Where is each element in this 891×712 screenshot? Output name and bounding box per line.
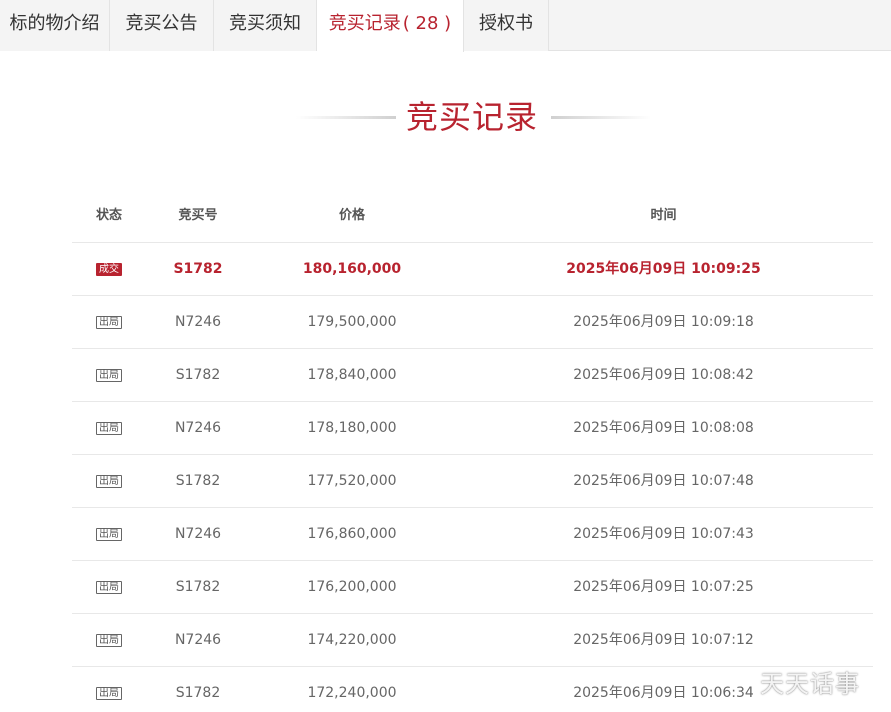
bid-time: 2025年06月09日 10:09:25 <box>566 261 761 277</box>
bid-price: 176,200,000 <box>307 579 397 595</box>
tab-bar: 标的物介绍 竞买公告 竞买须知 竞买记录( 28 ) 授权书 <box>0 0 891 52</box>
bid-no: N7246 <box>174 314 222 330</box>
table-row: 出局 N7246 176,860,000 2025年06月09日 10:07:4… <box>72 508 873 561</box>
tab-announcement[interactable]: 竞买公告 <box>110 0 214 51</box>
status-badge: 出局 <box>96 580 122 594</box>
title-decoration-right <box>551 116 651 119</box>
tab-label: 竞买公告 <box>125 13 198 34</box>
bid-records-table: 状态 竞买号 价格 时间 成交 S1782 180,160,000 2025年0… <box>72 190 873 712</box>
header-bid-no: 竞买号 <box>178 208 218 223</box>
table-row: 出局 S1782 177,520,000 2025年06月09日 10:07:4… <box>72 455 873 508</box>
section-header: 竞买记录 <box>0 92 891 142</box>
bid-no: N7246 <box>174 420 222 436</box>
header-price: 价格 <box>338 208 365 223</box>
title-decoration-left <box>296 116 396 119</box>
status-badge: 出局 <box>96 474 122 488</box>
tab-notice[interactable]: 竞买须知 <box>214 0 317 51</box>
bid-price: 179,500,000 <box>307 314 397 330</box>
status-badge: 出局 <box>96 315 122 329</box>
bid-price: 178,840,000 <box>307 367 397 383</box>
tab-item-intro[interactable]: 标的物介绍 <box>0 0 110 51</box>
tab-label: 竞买须知 <box>229 13 301 34</box>
tab-authorization[interactable]: 授权书 <box>464 0 549 51</box>
bid-time: 2025年06月09日 10:07:12 <box>573 632 754 648</box>
status-badge: 出局 <box>96 633 122 647</box>
bid-price: 177,520,000 <box>307 473 397 489</box>
table-row: 出局 N7246 179,500,000 2025年06月09日 10:09:1… <box>72 296 873 349</box>
status-badge: 成交 <box>96 262 122 276</box>
table-row: 出局 S1782 172,240,000 2025年06月09日 10:06:3… <box>72 667 873 712</box>
bid-no: S1782 <box>175 579 221 595</box>
bid-price: 172,240,000 <box>307 685 397 701</box>
section-title: 竞买记录 <box>406 98 539 136</box>
status-badge: 出局 <box>96 686 122 700</box>
table-row: 出局 N7246 178,180,000 2025年06月09日 10:08:0… <box>72 402 873 455</box>
table-row: 成交 S1782 180,160,000 2025年06月09日 10:09:2… <box>72 243 873 296</box>
tab-label: 竞买记录 <box>328 13 401 34</box>
bid-price: 176,860,000 <box>307 526 397 542</box>
header-time: 时间 <box>650 208 677 223</box>
bid-no: S1782 <box>175 685 221 701</box>
bid-price: 178,180,000 <box>307 420 397 436</box>
bid-time: 2025年06月09日 10:07:25 <box>573 579 754 595</box>
bid-time: 2025年06月09日 10:08:42 <box>573 367 754 383</box>
bid-time: 2025年06月09日 10:07:48 <box>573 473 754 489</box>
app-root: 标的物介绍 竞买公告 竞买须知 竞买记录( 28 ) 授权书 竞买记录 状态 竞… <box>0 0 891 712</box>
status-badge: 出局 <box>96 527 122 541</box>
bid-time: 2025年06月09日 10:09:18 <box>573 314 754 330</box>
tab-count: ( 28 ) <box>402 13 452 34</box>
table-row: 出局 N7246 174,220,000 2025年06月09日 10:07:1… <box>72 614 873 667</box>
bid-no: S1782 <box>175 367 221 383</box>
tab-label: 标的物介绍 <box>9 13 100 34</box>
bid-no: N7246 <box>174 632 222 648</box>
status-badge: 出局 <box>96 421 122 435</box>
header-status: 状态 <box>95 208 122 223</box>
table-row: 出局 S1782 176,200,000 2025年06月09日 10:07:2… <box>72 561 873 614</box>
bid-no: N7246 <box>174 526 222 542</box>
bid-no: S1782 <box>175 473 221 489</box>
bid-no: S1782 <box>173 261 223 277</box>
table-row: 出局 S1782 178,840,000 2025年06月09日 10:08:4… <box>72 349 873 402</box>
bid-time: 2025年06月09日 10:08:08 <box>573 420 754 436</box>
tab-label: 授权书 <box>479 13 533 34</box>
bid-price: 174,220,000 <box>307 632 397 648</box>
status-badge: 出局 <box>96 368 122 382</box>
bid-time: 2025年06月09日 10:07:43 <box>573 526 754 542</box>
tab-bid-records[interactable]: 竞买记录( 28 ) <box>317 0 464 52</box>
table-header: 状态 竞买号 价格 时间 <box>72 190 873 243</box>
watermark: 天天话事 <box>760 670 860 698</box>
bid-price: 180,160,000 <box>302 261 402 277</box>
